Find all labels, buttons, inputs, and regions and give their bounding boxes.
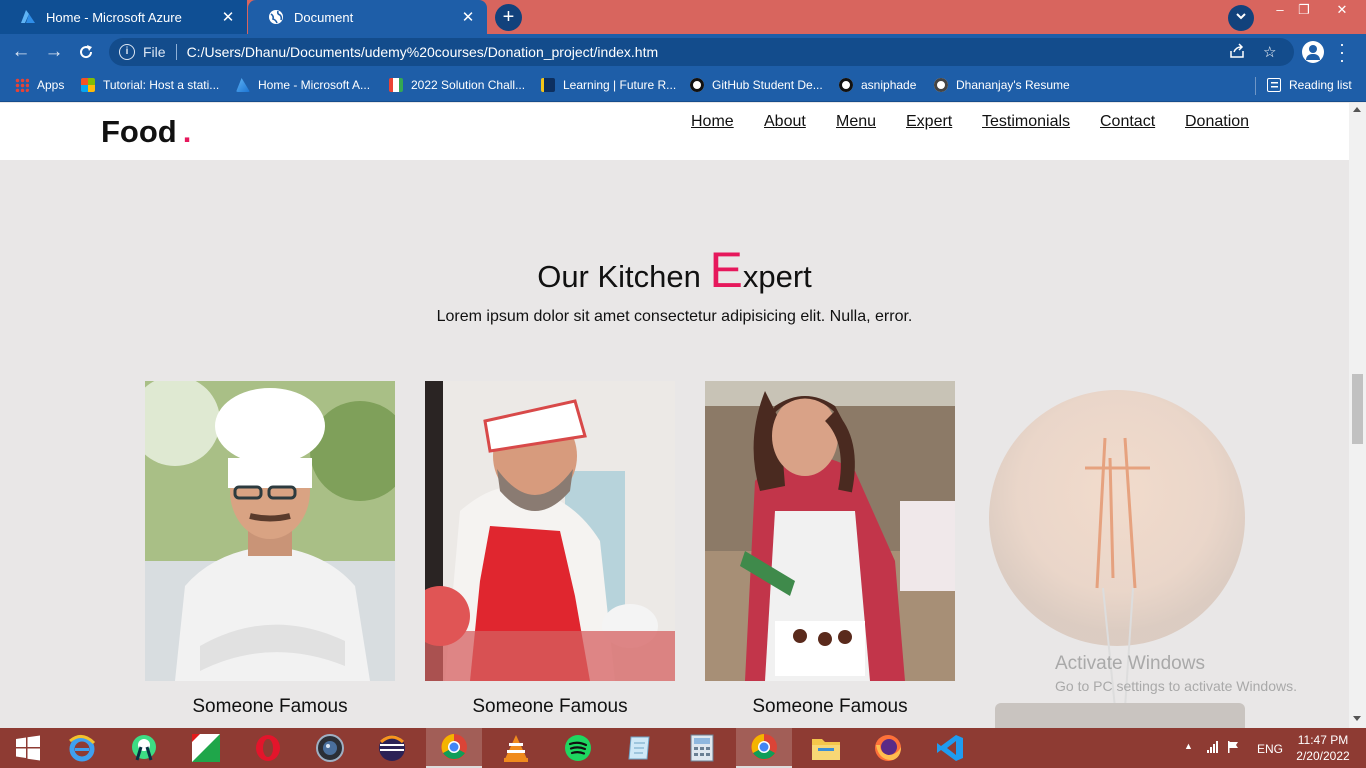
page-scrollbar[interactable]: [1349, 103, 1366, 728]
github-icon: [839, 78, 853, 92]
bookmark-asniphade[interactable]: asniphade: [839, 69, 916, 101]
azure-icon: [20, 9, 36, 25]
android-studio-icon[interactable]: [116, 728, 172, 768]
windows-taskbar: ▲ ENG 11:47 PM 2/20/2022: [0, 728, 1366, 768]
divider: [1255, 77, 1256, 95]
reading-list-icon: [1267, 78, 1281, 92]
nav-donation[interactable]: Donation: [1185, 113, 1249, 131]
globe-icon: [934, 78, 948, 92]
scheme-label: File: [143, 44, 166, 60]
learning-icon: [541, 78, 555, 92]
tab-search-button[interactable]: [1228, 5, 1254, 31]
reload-icon[interactable]: [72, 38, 100, 66]
more-menu-icon[interactable]: · · ·: [1336, 35, 1348, 69]
url-text[interactable]: C:/Users/Dhanu/Documents/udemy%20courses…: [187, 44, 659, 60]
microsoft-icon: [81, 78, 95, 92]
vlc-icon[interactable]: [488, 728, 544, 768]
close-icon[interactable]: ✕: [457, 8, 479, 26]
tab-title: Home - Microsoft Azure: [46, 9, 182, 25]
firefox-icon[interactable]: [860, 728, 916, 768]
start-button[interactable]: [0, 728, 56, 768]
calculator-icon[interactable]: [674, 728, 730, 768]
scroll-up-arrow-icon[interactable]: [1353, 107, 1361, 112]
new-tab-button[interactable]: +: [495, 4, 522, 31]
profile-avatar[interactable]: [1302, 41, 1324, 63]
internet-explorer-icon[interactable]: [54, 728, 110, 768]
bookmark-resume[interactable]: Dhananjay's Resume: [934, 69, 1070, 101]
chef-red-apron-photo: [425, 381, 675, 681]
activate-windows-watermark: Activate Windows Go to PC settings to ac…: [1055, 653, 1297, 694]
nav-home[interactable]: Home: [691, 113, 734, 131]
close-icon[interactable]: ✕: [217, 8, 239, 26]
network-icon[interactable]: [1206, 740, 1220, 757]
tab-title: Document: [294, 9, 354, 25]
bookmark-azure[interactable]: Home - Microsoft A...: [236, 69, 370, 101]
main-nav: Home About Menu Expert Testimonials Cont…: [0, 113, 1349, 133]
spotify-icon[interactable]: [550, 728, 606, 768]
eclipse-icon[interactable]: [364, 728, 420, 768]
chrome-taskbar-icon[interactable]: [426, 728, 482, 768]
bookmarks-bar: Apps Tutorial: Host a stati... Home - Mi…: [0, 69, 1366, 102]
chevron-down-icon: [1236, 13, 1246, 20]
page-viewport: Food. Home About Menu Expert Testimonial…: [0, 103, 1349, 728]
apps-grid-icon: [15, 78, 29, 92]
camera-app-icon[interactable]: [302, 728, 358, 768]
browser-toolbar: ← → i File C:/Users/Dhanu/Documents/udem…: [0, 34, 1366, 69]
github-icon: [690, 78, 704, 92]
tab-strip: Home - Microsoft Azure ✕ Document ✕ + – …: [0, 0, 1366, 34]
flag-icon[interactable]: [1226, 740, 1240, 757]
chevron-up-icon[interactable]: ▲: [1184, 741, 1193, 751]
expert-name: Someone Famous: [192, 696, 348, 717]
section-title: Our Kitchen Expert: [537, 242, 812, 298]
back-arrow-icon[interactable]: ←: [7, 38, 35, 66]
maximize-button[interactable]: ❐: [1290, 0, 1318, 26]
scroll-down-arrow-icon[interactable]: [1353, 716, 1361, 721]
nav-menu[interactable]: Menu: [836, 113, 876, 131]
tab-azure[interactable]: Home - Microsoft Azure ✕: [0, 0, 247, 34]
azure-icon: [236, 78, 250, 92]
chef-arms-crossed-photo: [145, 381, 395, 681]
windows-logo-icon: [16, 735, 40, 761]
close-window-button[interactable]: ✕: [1324, 0, 1360, 26]
nav-contact[interactable]: Contact: [1100, 113, 1155, 131]
site-header: Food. Home About Menu Expert Testimonial…: [0, 103, 1349, 160]
nav-testimonials[interactable]: Testimonials: [982, 113, 1070, 131]
woman-baker-photo: [705, 381, 955, 681]
divider: [175, 44, 177, 60]
gdsc-icon: [389, 78, 403, 92]
share-icon[interactable]: [1229, 43, 1245, 63]
expert-name: Someone Famous: [472, 696, 628, 717]
chrome-taskbar-icon[interactable]: [736, 728, 792, 768]
scroll-thumb[interactable]: [1352, 374, 1363, 444]
info-icon[interactable]: i: [119, 44, 135, 60]
shree-app-icon[interactable]: [178, 728, 234, 768]
language-indicator[interactable]: ENG: [1257, 742, 1283, 756]
section-subtitle: Lorem ipsum dolor sit amet consectetur a…: [436, 308, 913, 325]
expert-name: Someone Famous: [752, 696, 908, 717]
file-explorer-icon[interactable]: [798, 728, 854, 768]
globe-icon: [268, 9, 284, 25]
bookmark-github-student[interactable]: GitHub Student De...: [690, 69, 823, 101]
bookmark-star-icon[interactable]: ☆: [1263, 43, 1276, 61]
forward-arrow-icon[interactable]: →: [40, 38, 68, 66]
bookmark-learning[interactable]: Learning | Future R...: [541, 69, 676, 101]
nav-expert[interactable]: Expert: [906, 113, 952, 131]
nav-about[interactable]: About: [764, 113, 806, 131]
reading-list-button[interactable]: Reading list: [1267, 69, 1352, 101]
vscode-icon[interactable]: [922, 728, 978, 768]
opera-icon[interactable]: [240, 728, 296, 768]
system-clock[interactable]: 11:47 PM 2/20/2022: [1290, 732, 1356, 764]
notepad-icon[interactable]: [612, 728, 668, 768]
tab-document[interactable]: Document ✕: [248, 0, 487, 34]
bookmark-tutorial[interactable]: Tutorial: Host a stati...: [81, 69, 219, 101]
bookmark-apps[interactable]: Apps: [15, 69, 64, 101]
address-bar[interactable]: i File C:/Users/Dhanu/Documents/udemy%20…: [109, 38, 1294, 66]
bookmark-solution-challenge[interactable]: 2022 Solution Chall...: [389, 69, 525, 101]
